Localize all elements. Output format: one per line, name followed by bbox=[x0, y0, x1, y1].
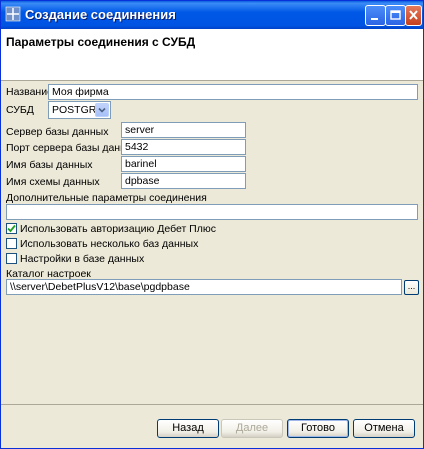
wizard-header: Параметры соединения с СУБД bbox=[1, 29, 423, 81]
schema-label: Имя схемы данных bbox=[6, 176, 100, 188]
settings-in-db-checkbox[interactable] bbox=[6, 253, 17, 264]
window-title: Создание соединнения bbox=[25, 7, 176, 22]
dialog-window: Создание соединнения Параметры соединени… bbox=[0, 0, 424, 449]
multi-db-checkbox-label[interactable]: Использовать несколько баз данных bbox=[20, 238, 198, 250]
dbname-input[interactable]: barinel bbox=[121, 156, 246, 172]
back-button[interactable]: Назад bbox=[157, 419, 219, 438]
dbms-label: СУБД bbox=[6, 104, 34, 116]
name-input[interactable]: Моя фирма bbox=[48, 84, 418, 100]
auth-checkbox-label[interactable]: Использовать авторизацию Дебет Плюс bbox=[20, 223, 216, 235]
name-label: Название bbox=[6, 86, 53, 98]
port-label: Порт сервера базы данных bbox=[6, 142, 139, 154]
multi-db-checkbox[interactable] bbox=[6, 238, 17, 249]
browse-button[interactable]: ... bbox=[404, 280, 419, 295]
form-area: Название Моя фирма СУБД POSTGRE Сервер б… bbox=[1, 82, 423, 404]
maximize-button[interactable] bbox=[385, 5, 406, 26]
extra-params-input[interactable] bbox=[6, 204, 418, 220]
server-input[interactable]: server bbox=[121, 122, 246, 138]
catalog-input[interactable]: \\server\DebetPlusV12\base\pgdpbase bbox=[6, 279, 402, 295]
extra-params-label: Дополнительные параметры соединения bbox=[6, 192, 207, 204]
next-button[interactable]: Далее bbox=[221, 419, 283, 438]
dbname-label: Имя базы данных bbox=[6, 159, 93, 171]
port-input[interactable]: 5432 bbox=[121, 139, 246, 155]
title-bar[interactable]: Создание соединнения bbox=[1, 1, 423, 29]
finish-button[interactable]: Готово bbox=[287, 419, 349, 438]
minimize-button[interactable] bbox=[365, 5, 386, 26]
schema-input[interactable]: dpbase bbox=[121, 173, 246, 189]
auth-checkbox[interactable] bbox=[6, 223, 17, 234]
close-button[interactable] bbox=[405, 5, 422, 26]
cancel-button[interactable]: Отмена bbox=[353, 419, 415, 438]
footer-divider bbox=[1, 404, 423, 405]
chevron-down-icon[interactable] bbox=[95, 103, 109, 117]
page-title: Параметры соединения с СУБД bbox=[6, 35, 196, 49]
dbms-select[interactable]: POSTGRE bbox=[48, 101, 111, 119]
check-icon bbox=[7, 224, 16, 233]
app-icon bbox=[5, 6, 21, 22]
settings-in-db-checkbox-label[interactable]: Настройки в базе данных bbox=[20, 253, 144, 265]
server-label: Сервер базы данных bbox=[6, 126, 109, 138]
